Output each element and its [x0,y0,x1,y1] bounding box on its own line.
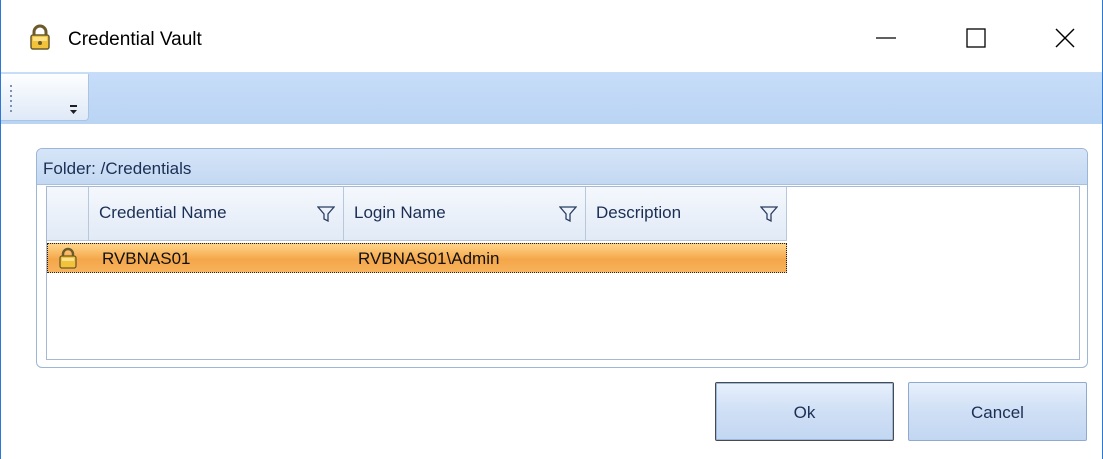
table-row[interactable]: RVBNAS01 RVBNAS01\Admin [47,243,787,273]
folder-caption: Folder: /Credentials [43,159,192,178]
ok-button[interactable]: Ok [715,382,894,441]
row-indicator-header [47,187,89,241]
toolbar-overflow-button[interactable] [65,102,83,118]
close-icon [1055,28,1075,48]
credential-name-cell[interactable]: RVBNAS01 [102,249,191,269]
cancel-button[interactable]: Cancel [908,382,1087,441]
folder-group-panel: Folder: /Credentials Credential Name Log… [36,148,1088,368]
toolbar-grip-icon[interactable] [9,84,13,114]
minimize-icon [876,37,896,39]
toolbar [1,72,1102,124]
column-header-label: Description [596,203,682,222]
minimize-button[interactable] [858,14,914,60]
maximize-button[interactable] [948,14,1004,60]
credential-vault-window: Credential Vault Folder: /Credentials Cr… [0,0,1103,459]
column-header-credential-name[interactable]: Credential Name [89,187,344,241]
filter-icon[interactable] [559,206,577,222]
column-header-label: Credential Name [99,203,227,222]
padlock-icon [27,24,53,50]
column-header-login-name[interactable]: Login Name [344,187,586,241]
column-header-description[interactable]: Description [586,187,787,241]
credentials-grid[interactable]: Credential Name Login Name Description R… [46,186,1080,360]
filter-icon[interactable] [760,206,778,222]
window-title: Credential Vault [68,29,202,50]
login-name-cell[interactable]: RVBNAS01\Admin [358,249,499,269]
title-bar[interactable]: Credential Vault [1,0,1102,72]
close-button[interactable] [1037,14,1093,60]
padlock-icon [58,247,78,274]
maximize-icon [966,28,986,48]
column-header-label: Login Name [354,203,446,222]
toolbar-group [1,74,89,121]
filter-icon[interactable] [317,206,335,222]
panel-header: Folder: /Credentials [37,149,1087,185]
toolbar-overflow-icon [70,105,77,114]
